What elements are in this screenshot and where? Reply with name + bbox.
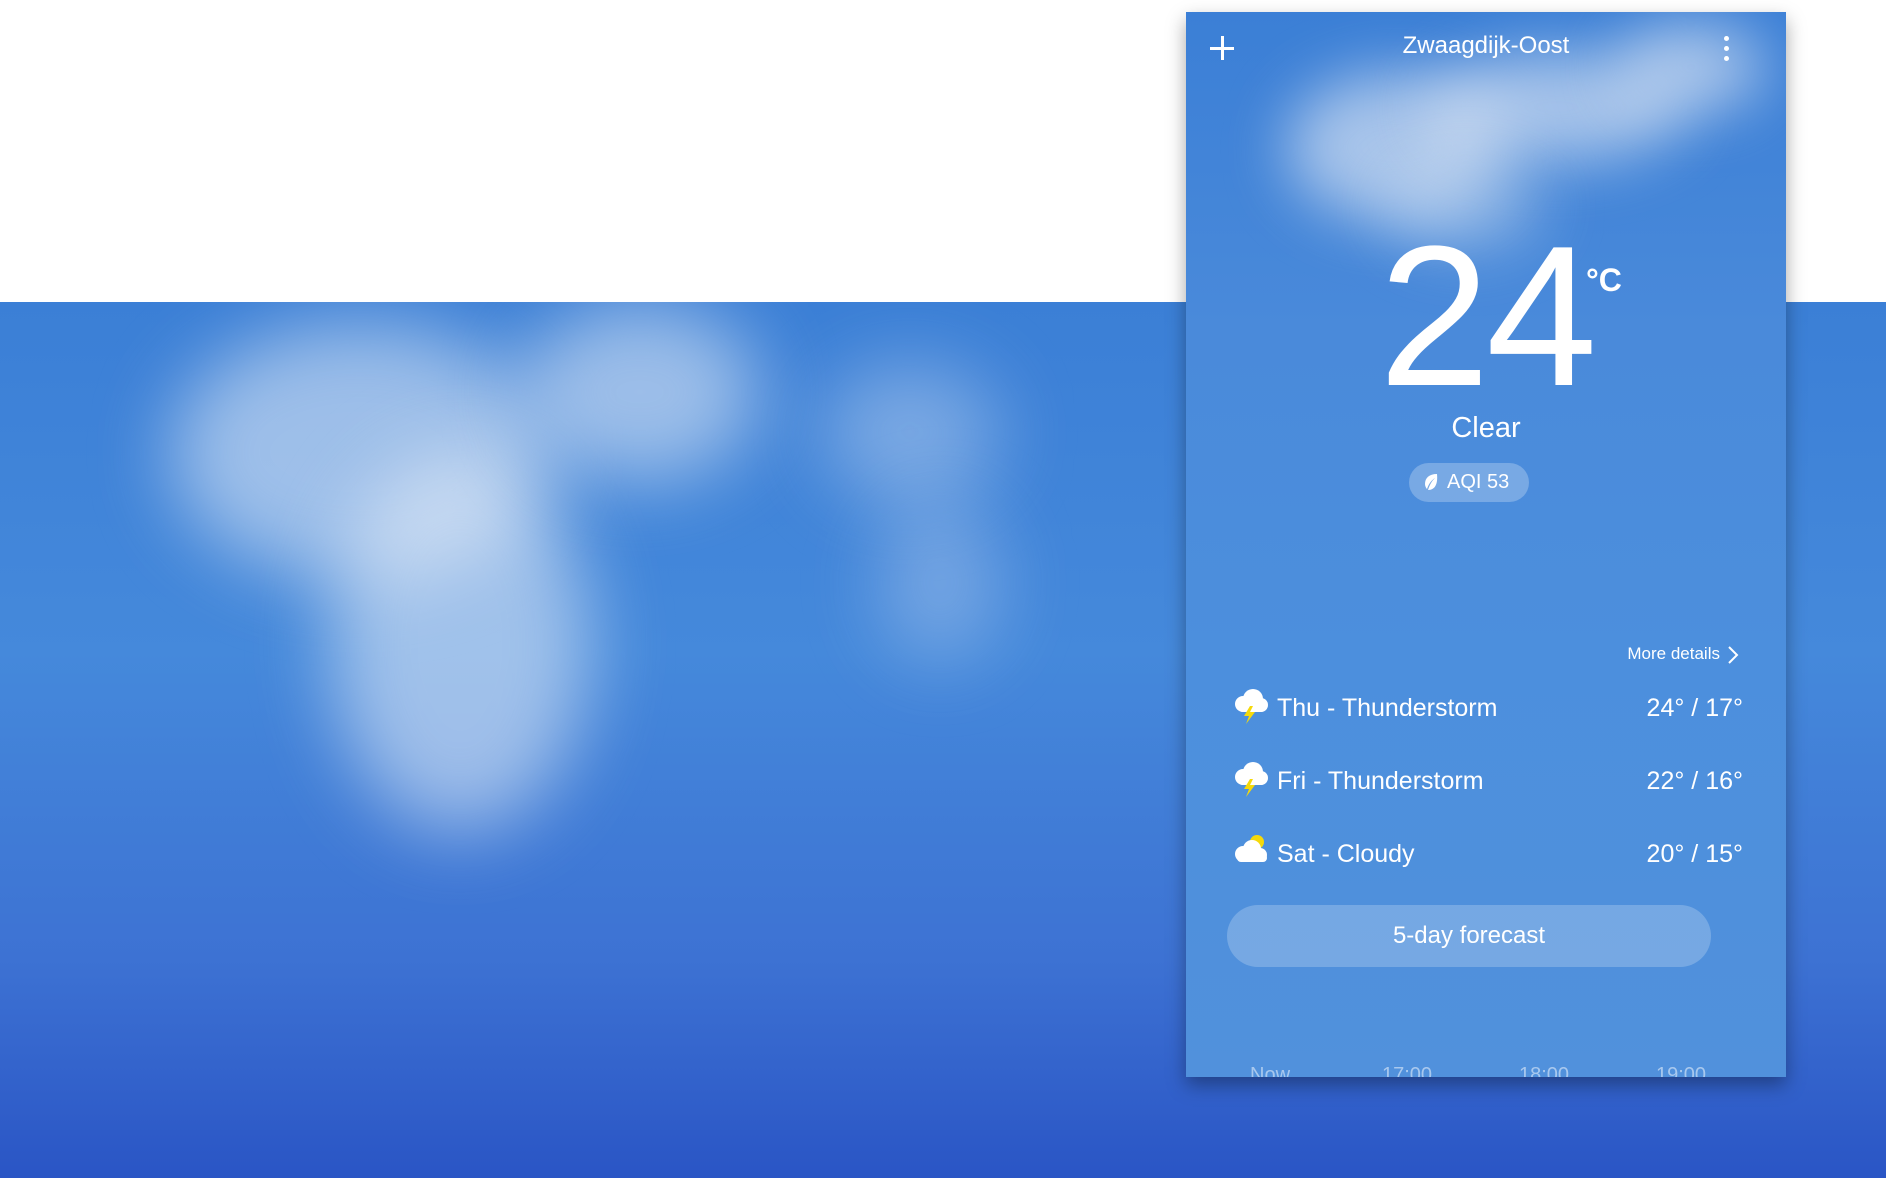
forecast-range: 22° / 16°	[1646, 767, 1743, 795]
aqi-badge[interactable]: AQI 53	[1409, 463, 1529, 502]
forecast-label: Fri - Thunderstorm	[1277, 767, 1484, 795]
thunderstorm-icon	[1235, 762, 1268, 797]
daily-forecast-list: Thu - Thunderstorm 24° / 17° Fri - Thund…	[1231, 680, 1743, 899]
thunderstorm-icon	[1235, 689, 1268, 724]
weather-app-window: Zwaagdijk-Oost 24 °C Clear AQI 53 More d…	[1186, 12, 1786, 1077]
forecast-label: Thu - Thunderstorm	[1277, 694, 1498, 722]
forecast-label: Sat - Cloudy	[1277, 840, 1415, 868]
chevron-right-icon[interactable]	[1726, 645, 1740, 665]
forecast-range: 20° / 15°	[1646, 840, 1743, 868]
five-day-forecast-button[interactable]: 5-day forecast	[1227, 905, 1711, 967]
hour-label: 19:00	[1656, 1064, 1707, 1077]
aqi-value: AQI 53	[1447, 471, 1510, 493]
more-details-link[interactable]: More details	[1627, 644, 1720, 664]
current-condition: Clear	[1451, 412, 1521, 444]
hour-label: Now	[1250, 1064, 1291, 1077]
forecast-row-fri[interactable]: Fri - Thunderstorm 22° / 16°	[1231, 753, 1743, 826]
top-bar: Zwaagdijk-Oost	[1186, 12, 1786, 84]
hourly-forecast-strip: Now 17:00 18:00 19:00	[1186, 1064, 1786, 1077]
forecast-row-sat[interactable]: Sat - Cloudy 20° / 15°	[1231, 826, 1743, 899]
hour-label: 18:00	[1519, 1064, 1570, 1077]
hour-label: 17:00	[1382, 1064, 1433, 1077]
forecast-row-thu[interactable]: Thu - Thunderstorm 24° / 17°	[1231, 680, 1743, 753]
partly-cloudy-icon	[1235, 835, 1267, 862]
current-temperature: 24	[1378, 205, 1597, 428]
forecast-range: 24° / 17°	[1646, 694, 1743, 722]
temperature-unit: °C	[1586, 262, 1622, 298]
more-options-button[interactable]	[1716, 34, 1736, 64]
leaf-icon	[1425, 474, 1438, 490]
city-name: Zwaagdijk-Oost	[1402, 32, 1570, 59]
